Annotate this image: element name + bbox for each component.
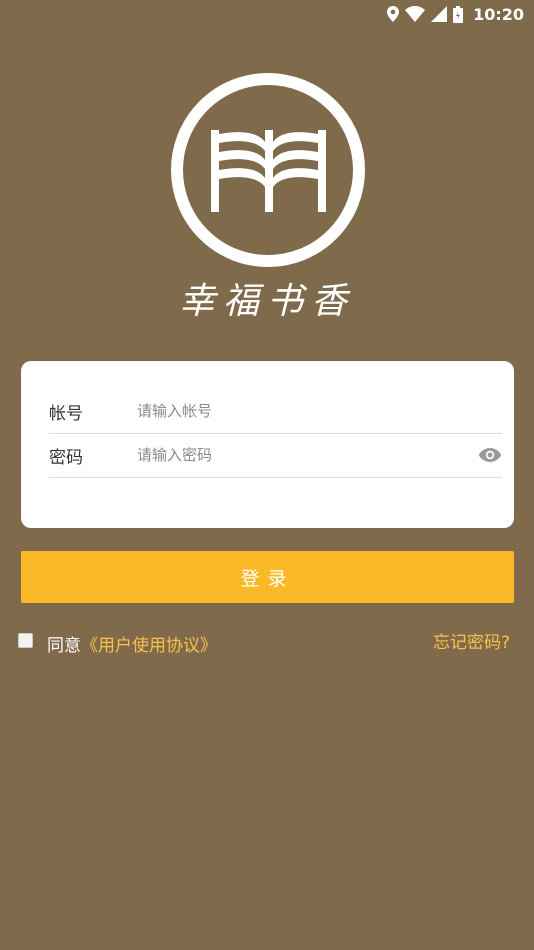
account-label: 帐号 xyxy=(49,403,83,424)
login-button[interactable]: 登录 xyxy=(21,551,514,603)
battery-icon xyxy=(453,5,464,23)
wifi-icon xyxy=(405,6,426,22)
user-agreement-link[interactable]: 《用户使用协议》 xyxy=(81,631,217,656)
account-row: 帐号 xyxy=(49,389,502,434)
password-input[interactable] xyxy=(137,440,478,470)
password-label: 密码 xyxy=(49,447,83,468)
agreement-prefix: 同意 xyxy=(47,635,81,656)
status-bar: 10:20 xyxy=(0,0,534,28)
forgot-password-link[interactable]: 忘记密码? xyxy=(433,630,510,656)
eye-icon[interactable] xyxy=(478,447,502,463)
brand-name: 幸福书香 xyxy=(178,281,355,322)
login-form-card: 帐号 密码 xyxy=(21,361,514,528)
agreement-checkbox[interactable] xyxy=(18,632,33,648)
bookshelf-logo-icon xyxy=(170,72,366,268)
signal-icon xyxy=(431,6,448,22)
password-row: 密码 xyxy=(49,433,502,478)
status-time: 10:20 xyxy=(473,4,524,24)
account-input[interactable] xyxy=(137,396,502,426)
location-icon xyxy=(387,6,400,22)
agreement-row: 同意 《用户使用协议》 xyxy=(18,630,217,656)
